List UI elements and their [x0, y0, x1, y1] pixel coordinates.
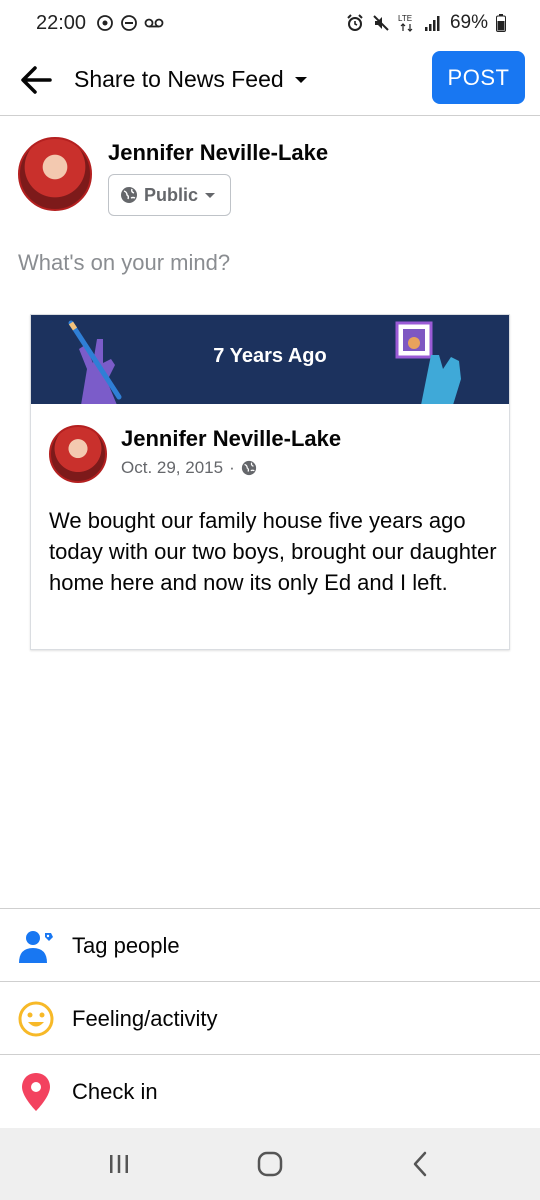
back-nav-button[interactable] — [400, 1148, 440, 1180]
mute-icon — [373, 15, 389, 31]
composer-options: Tag people Feeling/activity Check in — [0, 908, 540, 1127]
lte-icon: LTE — [398, 14, 413, 32]
option-label: Check in — [72, 1079, 158, 1104]
recent-apps-button[interactable] — [99, 1148, 139, 1180]
recent-apps-icon — [110, 1155, 128, 1173]
hand-with-photo-illustration — [395, 321, 461, 404]
status-left-icons — [96, 14, 164, 32]
voicemail-icon — [144, 18, 164, 28]
status-right-icons: LTE 69% — [346, 12, 506, 34]
memory-card[interactable]: 7 Years Ago Jennifer Neville-Lake Oct. 2… — [30, 314, 510, 650]
home-icon — [257, 1151, 283, 1177]
smiley-icon — [16, 999, 56, 1039]
do-not-disturb-icon — [121, 15, 137, 31]
option-check-in[interactable]: Check in — [0, 1054, 540, 1127]
whatsapp-icon — [97, 15, 113, 31]
post-button[interactable]: POST — [432, 51, 525, 104]
app-header: Share to News Feed POST — [0, 46, 540, 116]
meta-separator: · — [229, 458, 235, 477]
globe-icon — [121, 187, 137, 203]
back-chevron-icon — [413, 1151, 427, 1177]
back-arrow-icon[interactable] — [18, 62, 54, 98]
memory-banner: 7 Years Ago — [31, 315, 509, 404]
system-nav-bar — [0, 1128, 540, 1200]
memory-date: Oct. 29, 2015 — [121, 458, 224, 477]
memory-meta: Oct. 29, 2015 · — [121, 458, 257, 478]
status-bar: 22:00 LTE 69% — [0, 0, 540, 46]
option-label: Tag people — [72, 933, 180, 958]
share-destination-title[interactable]: Share to News Feed — [74, 66, 284, 93]
globe-icon — [241, 460, 256, 476]
tag-people-icon — [16, 926, 56, 966]
chevron-down-icon[interactable] — [294, 76, 308, 84]
audience-selector[interactable]: Public — [108, 174, 231, 216]
memory-author-name: Jennifer Neville-Lake — [121, 426, 342, 451]
status-time: 22:00 — [36, 12, 87, 34]
user-avatar — [18, 137, 92, 211]
battery-icon — [496, 14, 506, 32]
option-tag-people[interactable]: Tag people — [0, 908, 540, 981]
battery-percent: 69% — [449, 12, 488, 33]
chevron-down-icon — [205, 192, 216, 198]
memory-post-text: We bought our family house five years ag… — [49, 508, 497, 595]
option-feeling-activity[interactable]: Feeling/activity — [0, 981, 540, 1054]
composer-user-name: Jennifer Neville-Lake — [108, 140, 329, 165]
option-label: Feeling/activity — [72, 1006, 218, 1031]
signal-icon — [424, 16, 440, 31]
svg-text:LTE: LTE — [398, 14, 412, 23]
audience-label: Public — [144, 184, 199, 205]
home-button[interactable] — [250, 1148, 290, 1180]
status-input[interactable]: What's on your mind? — [18, 250, 230, 276]
memory-author-avatar — [49, 425, 107, 483]
alarm-icon — [347, 14, 363, 31]
location-pin-icon — [16, 1072, 56, 1112]
